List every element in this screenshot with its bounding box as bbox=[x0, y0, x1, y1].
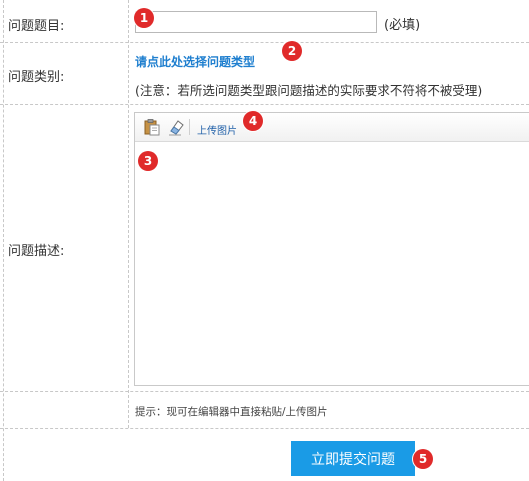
annotation-badge-5: 5 bbox=[413, 449, 433, 469]
row-divider bbox=[0, 42, 529, 43]
title-label: 问题题目: bbox=[8, 19, 65, 34]
column-divider bbox=[128, 0, 129, 428]
paste-icon[interactable] bbox=[143, 118, 161, 136]
title-input[interactable] bbox=[135, 11, 377, 33]
description-label: 问题描述: bbox=[8, 244, 65, 259]
select-category-link[interactable]: 请点此处选择问题类型 bbox=[135, 53, 255, 70]
editor-content-area[interactable] bbox=[135, 142, 529, 385]
annotation-badge-1: 1 bbox=[134, 8, 154, 28]
required-note: (必填) bbox=[384, 18, 421, 33]
table-left-border bbox=[3, 0, 4, 481]
editor-toolbar: 上传图片 bbox=[135, 113, 529, 142]
row-divider bbox=[0, 391, 529, 392]
rich-text-editor: 上传图片 bbox=[134, 112, 529, 386]
editor-hint: 提示：现可在编辑器中直接粘贴/上传图片 bbox=[135, 406, 328, 418]
annotation-badge-3: 3 bbox=[138, 151, 158, 171]
upload-image-button[interactable]: 上传图片 bbox=[197, 122, 237, 137]
toolbar-separator bbox=[189, 119, 190, 135]
category-note: (注意：若所选问题类型跟问题描述的实际要求不符将不被受理) bbox=[135, 83, 483, 98]
annotation-badge-4: 4 bbox=[243, 111, 263, 131]
row-divider bbox=[0, 428, 529, 429]
category-label: 问题类别: bbox=[8, 70, 65, 85]
annotation-badge-2: 2 bbox=[282, 41, 302, 61]
submit-question-button[interactable]: 立即提交问题 bbox=[291, 441, 415, 476]
eraser-icon[interactable] bbox=[167, 118, 185, 136]
row-divider bbox=[0, 104, 529, 105]
